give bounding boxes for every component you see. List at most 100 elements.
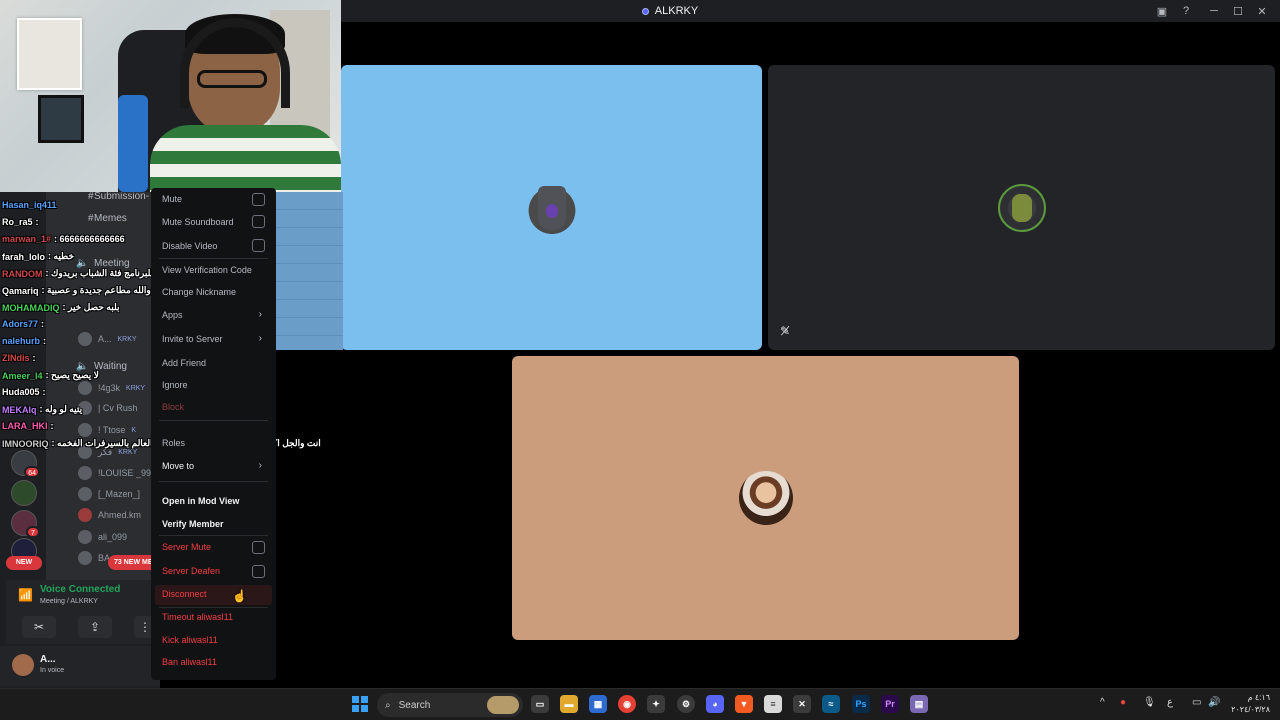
menu-timeout[interactable]: Timeout aliwasl11 bbox=[162, 612, 233, 622]
menu-mute[interactable]: Mute bbox=[162, 194, 182, 204]
menu-move-to[interactable]: Move to bbox=[162, 461, 194, 471]
menu-open-mod-view[interactable]: Open in Mod View bbox=[162, 496, 239, 506]
menu-disconnect[interactable]: Disconnect bbox=[162, 589, 207, 599]
new-messages-banner[interactable]: 73 NEW MESSAGES bbox=[108, 555, 156, 570]
capcut-icon[interactable]: ✕ bbox=[793, 695, 811, 713]
network-icon[interactable]: ▭ bbox=[1192, 697, 1201, 708]
voice-status[interactable]: Voice Connected bbox=[40, 584, 120, 595]
menu-add-friend[interactable]: Add Friend bbox=[162, 358, 206, 368]
server-icon[interactable]: 64 bbox=[11, 450, 40, 478]
avatar[interactable] bbox=[12, 654, 34, 676]
server-mute-checkbox[interactable] bbox=[252, 541, 265, 554]
clock-time: ٤:١٦ م bbox=[1247, 693, 1270, 702]
user-context-menu: Mute Mute Soundboard Disable Video View … bbox=[151, 188, 276, 680]
premiere-icon[interactable]: Pr bbox=[881, 695, 899, 713]
chat-username: Ro_ra5 bbox=[2, 217, 33, 227]
menu-ban[interactable]: Ban aliwasl11 bbox=[162, 657, 217, 667]
maximize-icon[interactable]: ☐ bbox=[1226, 0, 1250, 22]
chat-username: marwan_1# bbox=[2, 234, 52, 244]
camera-off-icon[interactable]: ✂ bbox=[22, 616, 56, 638]
voice-member[interactable]: BA bbox=[78, 549, 110, 567]
blue-tile-edge bbox=[276, 192, 343, 350]
hash-icon: # bbox=[88, 190, 94, 202]
server-icon[interactable]: 7 bbox=[11, 510, 40, 538]
clock-date: ٢٠٢٤/٠٣/٢٨ bbox=[1231, 705, 1270, 714]
server-icon[interactable] bbox=[11, 480, 37, 506]
chevron-up-icon[interactable]: ^ bbox=[1100, 697, 1105, 708]
voice-location[interactable]: Meeting / ALKRKY bbox=[40, 598, 98, 605]
chat-username: Huda005 bbox=[2, 387, 40, 397]
tray-app-icon[interactable]: ● bbox=[1120, 697, 1126, 708]
taskbar-search[interactable]: ⌕ Search bbox=[377, 693, 523, 717]
volume-icon[interactable]: 🔊 bbox=[1208, 697, 1220, 708]
system-clock[interactable]: ٤:١٦ م ٢٠٢٤/٠٣/٢٨ bbox=[1231, 692, 1270, 716]
chat-username: Ameer_l4 bbox=[2, 370, 43, 381]
menu-server-mute[interactable]: Server Mute bbox=[162, 542, 211, 552]
chat-text: : بلبه حصل خير bbox=[62, 302, 120, 312]
app-icon[interactable]: ▤ bbox=[910, 695, 928, 713]
voice-member[interactable]: ! Ttose K bbox=[78, 421, 136, 439]
chat-text: : bbox=[43, 336, 47, 346]
help-icon[interactable]: ? bbox=[1178, 3, 1194, 19]
windows-taskbar: ⌕ Search ▭ ▬ ▦ ◉ ✦ ⚙ ◕ ▼ ≡ ✕ ≈ Ps Pr ▤ ^… bbox=[0, 688, 1280, 720]
file-explorer-icon[interactable]: ▬ bbox=[560, 695, 578, 713]
task-view-icon[interactable]: ▭ bbox=[531, 695, 549, 713]
discord-icon[interactable]: ◕ bbox=[706, 695, 724, 713]
voice-member[interactable]: [_Mazen_] bbox=[78, 485, 140, 503]
notepad-icon[interactable]: ≡ bbox=[764, 695, 782, 713]
window-controls: ─ ☐ ✕ bbox=[1202, 0, 1274, 22]
mute-checkbox[interactable] bbox=[252, 193, 265, 206]
search-icon: ⌕ bbox=[385, 699, 391, 711]
streamer-shirt bbox=[150, 125, 341, 192]
menu-apps[interactable]: Apps bbox=[162, 310, 183, 320]
menu-ignore[interactable]: Ignore bbox=[162, 380, 188, 390]
menu-disable-video[interactable]: Disable Video bbox=[162, 241, 217, 251]
menu-verify-member[interactable]: Verify Member bbox=[162, 519, 224, 529]
voice-member[interactable]: Ahmed.km bbox=[78, 506, 141, 524]
chat-text: : bbox=[35, 217, 39, 227]
app-icon[interactable]: ✦ bbox=[647, 695, 665, 713]
chrome-icon[interactable]: ◉ bbox=[618, 695, 636, 713]
chat-username: Qamariq bbox=[2, 285, 39, 296]
voice-member[interactable]: !4g3k KRKY bbox=[78, 379, 145, 397]
user-name: A... bbox=[40, 654, 56, 665]
menu-server-deafen[interactable]: Server Deafen bbox=[162, 566, 220, 576]
menu-invite-to-server[interactable]: Invite to Server bbox=[162, 334, 223, 344]
disable-video-checkbox[interactable] bbox=[252, 239, 265, 252]
windows-start-icon[interactable] bbox=[352, 696, 368, 712]
steam-icon[interactable]: ⚙ bbox=[677, 695, 695, 713]
store-icon[interactable]: ▦ bbox=[589, 695, 607, 713]
voice-member[interactable]: A... KRKY bbox=[78, 330, 137, 348]
video-tile-2[interactable] bbox=[768, 65, 1275, 350]
minimize-icon[interactable]: ─ bbox=[1202, 0, 1226, 22]
brave-icon[interactable]: ▼ bbox=[735, 695, 753, 713]
screen-share-icon[interactable]: ▣ bbox=[1154, 3, 1170, 19]
menu-block[interactable]: Block bbox=[162, 402, 184, 412]
menu-change-nickname[interactable]: Change Nickname bbox=[162, 287, 236, 297]
voice-member[interactable]: | Cv Rush bbox=[78, 399, 137, 417]
signal-icon: 📶 bbox=[18, 588, 33, 602]
steam-client-icon[interactable]: ≈ bbox=[822, 695, 840, 713]
voice-member[interactable]: !LOUISE _99 bbox=[78, 464, 151, 482]
menu-kick[interactable]: Kick aliwasl11 bbox=[162, 635, 218, 645]
voice-member[interactable]: ali_099 bbox=[78, 528, 127, 546]
menu-roles[interactable]: Roles bbox=[162, 438, 185, 448]
menu-mute-soundboard[interactable]: Mute Soundboard bbox=[162, 217, 234, 227]
chat-text: : يتيه لو وله bbox=[39, 404, 83, 414]
language-indicator[interactable]: ع bbox=[1167, 697, 1173, 708]
photoshop-icon[interactable]: Ps bbox=[852, 695, 870, 713]
server-deafen-checkbox[interactable] bbox=[252, 565, 265, 578]
muted-mic-icon: ✎̸ bbox=[780, 324, 791, 338]
new-badge[interactable]: NEW bbox=[6, 556, 42, 570]
chat-username: nalehurb bbox=[2, 336, 41, 346]
close-icon[interactable]: ✕ bbox=[1250, 0, 1274, 22]
video-tile-1[interactable] bbox=[341, 65, 762, 350]
mute-soundboard-checkbox[interactable] bbox=[252, 215, 265, 228]
microphone-icon[interactable]: 🎙 bbox=[1143, 697, 1156, 708]
screen-share-button[interactable]: ⇪ bbox=[78, 616, 112, 638]
chat-username: MOHAMADIQ bbox=[2, 302, 60, 313]
menu-view-verification-code[interactable]: View Verification Code bbox=[162, 265, 252, 275]
video-tile-3[interactable] bbox=[512, 356, 1019, 640]
chat-username: Adors77 bbox=[2, 319, 39, 329]
glasses-icon bbox=[197, 70, 267, 88]
